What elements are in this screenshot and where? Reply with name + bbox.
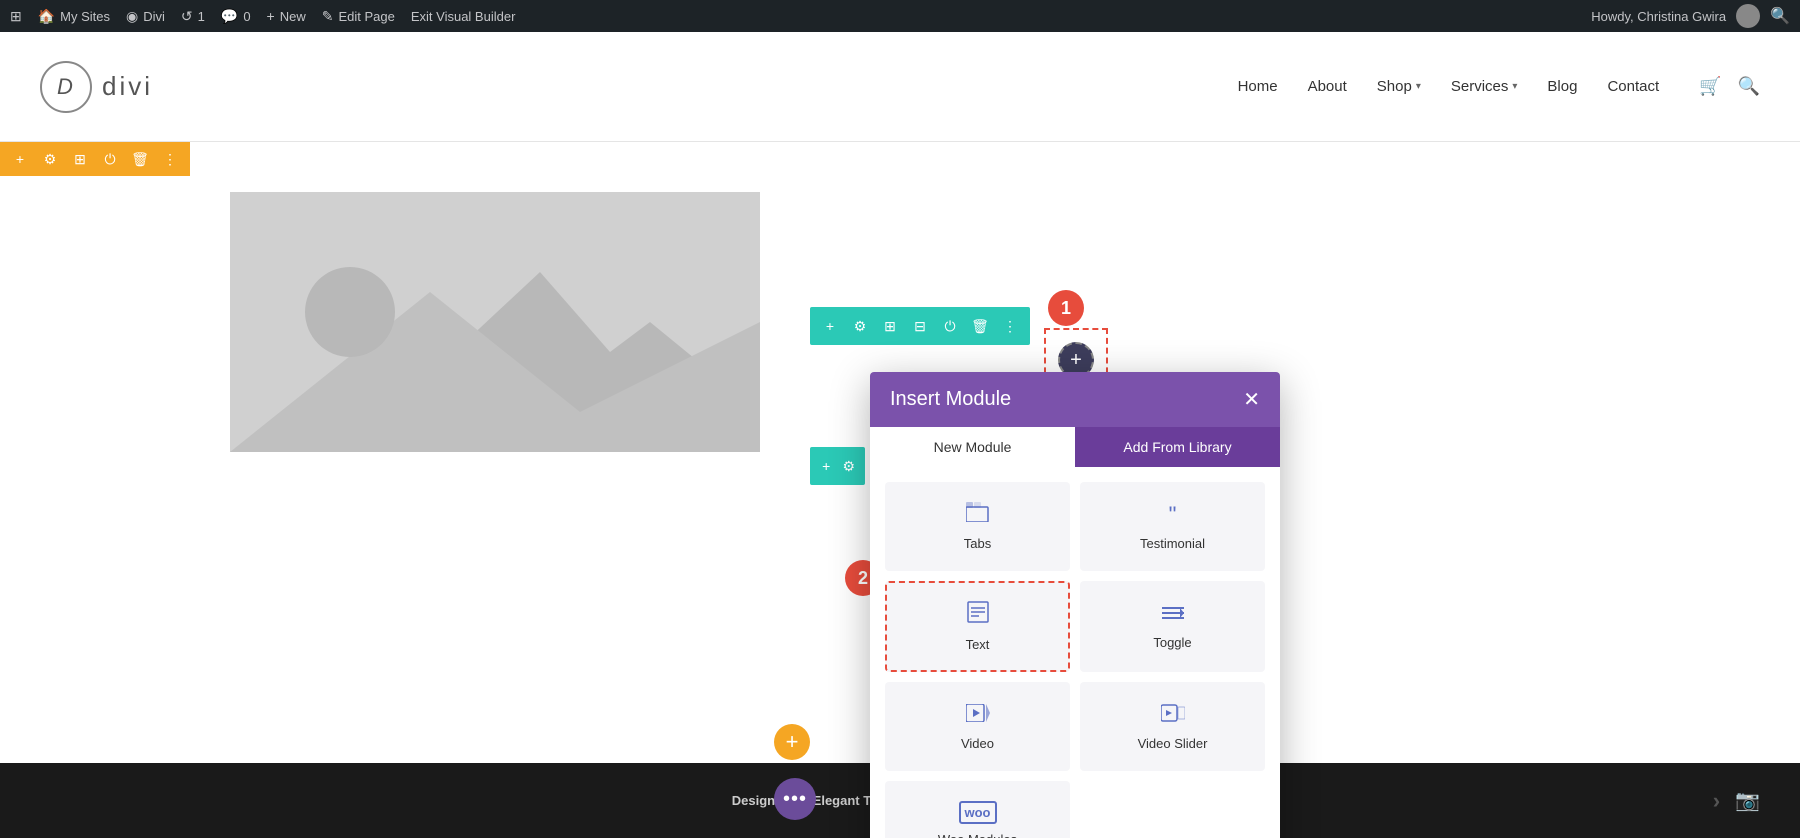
new-icon: + [267,8,275,24]
logo-circle: D [40,61,92,113]
nav-home[interactable]: Home [1238,78,1278,95]
modal-header: Insert Module ✕ [870,372,1280,427]
more-module-button-1[interactable]: ⋮ [1000,316,1020,336]
settings-module-button-1[interactable]: ⚙ [850,316,870,336]
edit-icon: ✎ [322,8,334,25]
module-toggle[interactable]: Toggle [1080,581,1265,672]
text-label: Text [966,637,990,652]
search-nav-icon[interactable]: 🔍 [1738,76,1760,97]
modal-tabs: New Module Add From Library [870,427,1280,467]
footer-arrow-icon: › [1713,788,1720,814]
nav-shop[interactable]: Shop ▾ [1377,78,1421,95]
site-header: D divi Home About Shop ▾ Services ▾ Blog… [0,32,1800,142]
settings-module-button-2[interactable]: ⚙ [842,456,855,476]
toggle-icon [1162,601,1184,627]
row-toolbar-top: + ⚙ ⊞ ⏻ 🗑 ⋮ [0,142,190,176]
video-slider-icon [1161,702,1185,728]
testimonial-label: Testimonial [1140,536,1205,551]
module-woo[interactable]: woo Woo Modules [885,781,1070,838]
admin-comments[interactable]: 💬 0 [221,8,251,25]
nav-contact[interactable]: Contact [1607,78,1659,95]
services-chevron-icon: ▾ [1512,81,1517,92]
admin-bar: ⊞ 🏠 My Sites ◉ Divi ↺ 1 💬 0 + New ✎ Edit… [0,0,1800,32]
power-row-button[interactable]: ⏻ [100,149,120,169]
text-icon [967,601,989,629]
footer-instagram-icon: 📷 [1735,788,1760,814]
cart-icon[interactable]: 🛒 [1699,76,1721,97]
tabs-label: Tabs [964,536,991,551]
duplicate-row-button[interactable]: ⊞ [70,149,90,169]
updates-icon: ↺ [181,8,193,25]
module-video[interactable]: Video [885,682,1070,771]
image-placeholder [230,192,760,452]
avatar [1736,4,1760,28]
admin-divi[interactable]: ◉ Divi [126,8,165,25]
wp-logo-icon: ⊞ [10,8,22,25]
add-module-button-2[interactable]: + [820,456,832,476]
site-nav: Home About Shop ▾ Services ▾ Blog Contac… [1238,76,1760,97]
toggle-label: Toggle [1153,635,1191,650]
admin-my-sites[interactable]: 🏠 My Sites [38,8,110,25]
columns-module-button-1[interactable]: ⊟ [910,316,930,336]
footer-icons: › 📷 [1713,788,1760,814]
add-section-button[interactable]: + [774,724,810,760]
power-module-button-1[interactable]: ⏻ [940,316,960,336]
settings-row-button[interactable]: ⚙ [40,149,60,169]
modal-body: Tabs " Testimonial [870,467,1280,838]
modal-close-button[interactable]: ✕ [1243,390,1260,410]
tabs-icon [966,502,990,528]
site-logo[interactable]: D divi [40,61,153,113]
divi-icon: ◉ [126,8,138,25]
video-slider-label: Video Slider [1138,736,1208,751]
module-video-slider[interactable]: Video Slider [1080,682,1265,771]
add-module-button-1[interactable]: + [820,316,840,336]
admin-edit-page[interactable]: ✎ Edit Page [322,8,395,25]
add-row-button[interactable]: + [10,149,30,169]
woo-icon: woo [959,801,997,824]
admin-bar-right: Howdy, Christina Gwira 🔍 [1591,4,1790,28]
nav-services[interactable]: Services ▾ [1451,78,1518,95]
sites-icon: 🏠 [38,8,55,25]
modal-title: Insert Module [890,388,1011,411]
admin-wp-icon[interactable]: ⊞ [10,8,22,25]
admin-exit-builder[interactable]: Exit Visual Builder [411,9,516,24]
woo-label: Woo Modules [938,832,1017,838]
page-content: + ⚙ ⊞ ⏻ 🗑 ⋮ + ⚙ ⊞ ⊟ ⏻ 🗑 ⋮ 1 + + ⚙ [0,142,1800,838]
video-label: Video [961,736,994,751]
module-tabs[interactable]: Tabs [885,482,1070,571]
search-icon[interactable]: 🔍 [1770,6,1790,26]
tab-add-from-library[interactable]: Add From Library [1075,427,1280,467]
insert-module-modal: Insert Module ✕ New Module Add From Libr… [870,372,1280,838]
delete-row-button[interactable]: 🗑 [130,149,150,169]
module-text[interactable]: Text [885,581,1070,672]
row-toolbar-mid1: + ⚙ ⊞ ⊟ ⏻ 🗑 ⋮ [810,307,1030,345]
module-testimonial[interactable]: " Testimonial [1080,482,1265,571]
more-options-button[interactable]: ••• [774,778,816,820]
shop-chevron-icon: ▾ [1416,81,1421,92]
comments-icon: 💬 [221,8,238,25]
more-row-button[interactable]: ⋮ [160,149,180,169]
modules-grid: Tabs " Testimonial [885,482,1265,838]
delete-module-button-1[interactable]: 🗑 [970,316,990,336]
admin-new[interactable]: + New [267,8,306,24]
row-toolbar-mid2: + ⚙ [810,447,865,485]
nav-about[interactable]: About [1308,78,1347,95]
duplicate-module-button-1[interactable]: ⊞ [880,316,900,336]
testimonial-icon: " [1169,502,1177,528]
nav-blog[interactable]: Blog [1547,78,1577,95]
nav-icons: 🛒 🔍 [1699,76,1760,97]
badge-1: 1 [1048,290,1084,326]
video-icon [966,702,990,728]
admin-updates[interactable]: ↺ 1 [181,8,205,25]
tab-new-module[interactable]: New Module [870,427,1075,467]
